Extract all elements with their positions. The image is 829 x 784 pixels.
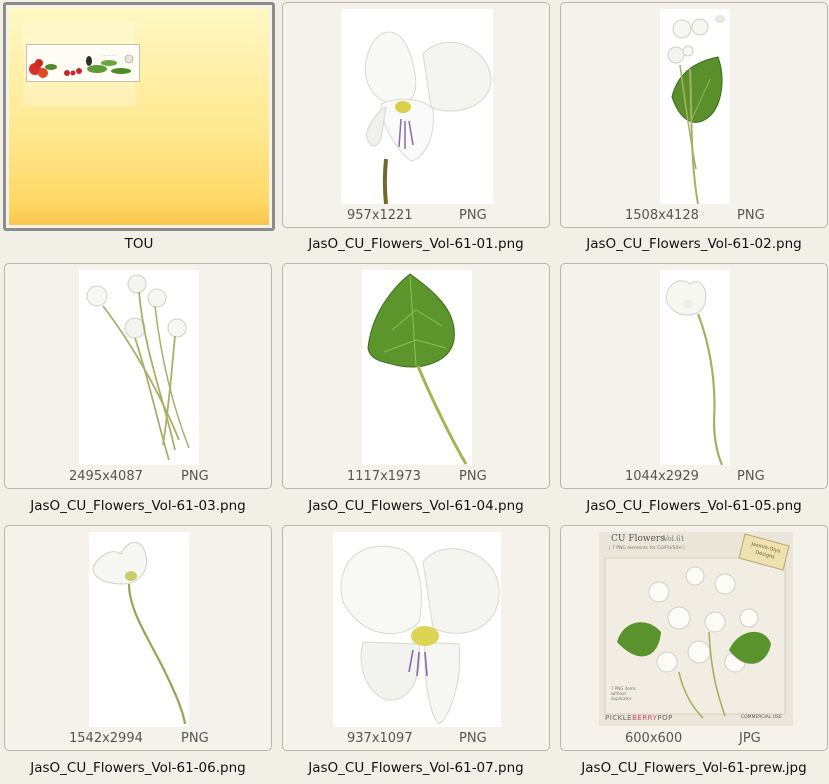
thumbnail-image-prew: CU Flowers Vol.61 | 7 PNG elements for C… [599,532,793,726]
image-dimensions-01: 957x1221 [347,208,413,223]
file-name-03[interactable]: JasO_CU_Flowers_Vol-61-03.png [4,498,272,514]
image-dimensions-prew: 600x600 [625,731,683,746]
image-dimensions-02: 1508x4128 [625,208,699,223]
thumbnail-image-04 [362,270,472,465]
file-tile-01[interactable]: 957x1221 PNG [282,2,550,228]
file-type-prew: JPG [739,731,761,746]
file-tile-03[interactable]: 2495x4087 PNG [4,263,272,489]
violet-flower-image [364,31,492,204]
violet-with-leaf-image [667,15,725,204]
svg-text:~~~~~~: ~~~~~~ [101,53,117,57]
file-name-07[interactable]: JasO_CU_Flowers_Vol-61-07.png [282,760,550,776]
file-tile-07[interactable]: 937x1097 PNG [282,525,550,751]
image-dimensions-06: 1542x2994 [69,731,143,746]
file-tile-prew[interactable]: CU Flowers Vol.61 | 7 PNG elements for C… [560,525,828,751]
violet-leaf-image [367,273,468,465]
violet-closeup-image [340,545,500,725]
file-tile-05[interactable]: 1044x2929 PNG [560,263,828,489]
violet-bouquet-image [86,274,190,461]
curved-stem-violet-image [92,542,187,725]
preview-volume: Vol.61 [663,535,685,543]
file-tile-02[interactable]: 1508x4128 PNG [560,2,828,228]
brand-pickle: PICKLE [605,714,633,722]
file-type-02: PNG [737,208,765,223]
tou-thumbnail: ~~~~~~ [9,8,269,225]
image-dimensions-03: 2495x4087 [69,469,143,484]
thumbnail-image-07 [333,532,501,727]
file-name-05[interactable]: JasO_CU_Flowers_Vol-61-05.png [560,498,828,514]
thumbnail-image-02 [660,9,730,204]
file-name-06[interactable]: JasO_CU_Flowers_Vol-61-06.png [4,760,272,776]
file-name-01[interactable]: JasO_CU_Flowers_Vol-61-01.png [282,236,550,252]
single-violet-image [665,280,724,465]
preview-title: CU Flowers [611,534,665,544]
file-tile-tou[interactable]: ~~~~~~ [3,2,275,231]
tou-banner-image: ~~~~~~ [26,44,140,82]
file-type-07: PNG [459,731,487,746]
file-tile-04[interactable]: 1117x1973 PNG [282,263,550,489]
thumbnail-image-01 [341,9,493,204]
file-type-06: PNG [181,731,209,746]
thumbnail-image-06 [89,532,189,727]
preview-brand: PICKLEBERRYPOP [605,714,673,722]
file-name-tou[interactable]: TOU [5,236,273,252]
brand-berry: BERRY [632,714,658,722]
file-type-04: PNG [459,469,487,484]
file-name-04[interactable]: JasO_CU_Flowers_Vol-61-04.png [282,498,550,514]
file-type-03: PNG [181,469,209,484]
brand-pop: POP [657,714,673,722]
preview-subtitle: | 7 PNG elements for CU/PU/S4H | [609,546,685,551]
file-tile-06[interactable]: 1542x2994 PNG [4,525,272,751]
file-type-01: PNG [459,208,487,223]
image-dimensions-04: 1117x1973 [347,469,421,484]
image-dimensions-05: 1044x2929 [625,469,699,484]
file-name-prew[interactable]: JasO_CU_Flowers_Vol-61-prew.jpg [560,760,828,776]
image-dimensions-07: 937x1097 [347,731,413,746]
preview-commercial-use: COMMERCIAL USE [741,715,782,720]
preview-note-line3: duplicates [611,696,632,701]
thumbnail-image-03 [79,270,199,465]
file-type-05: PNG [737,469,765,484]
thumbnail-image-05 [660,270,730,465]
file-name-02[interactable]: JasO_CU_Flowers_Vol-61-02.png [560,236,828,252]
